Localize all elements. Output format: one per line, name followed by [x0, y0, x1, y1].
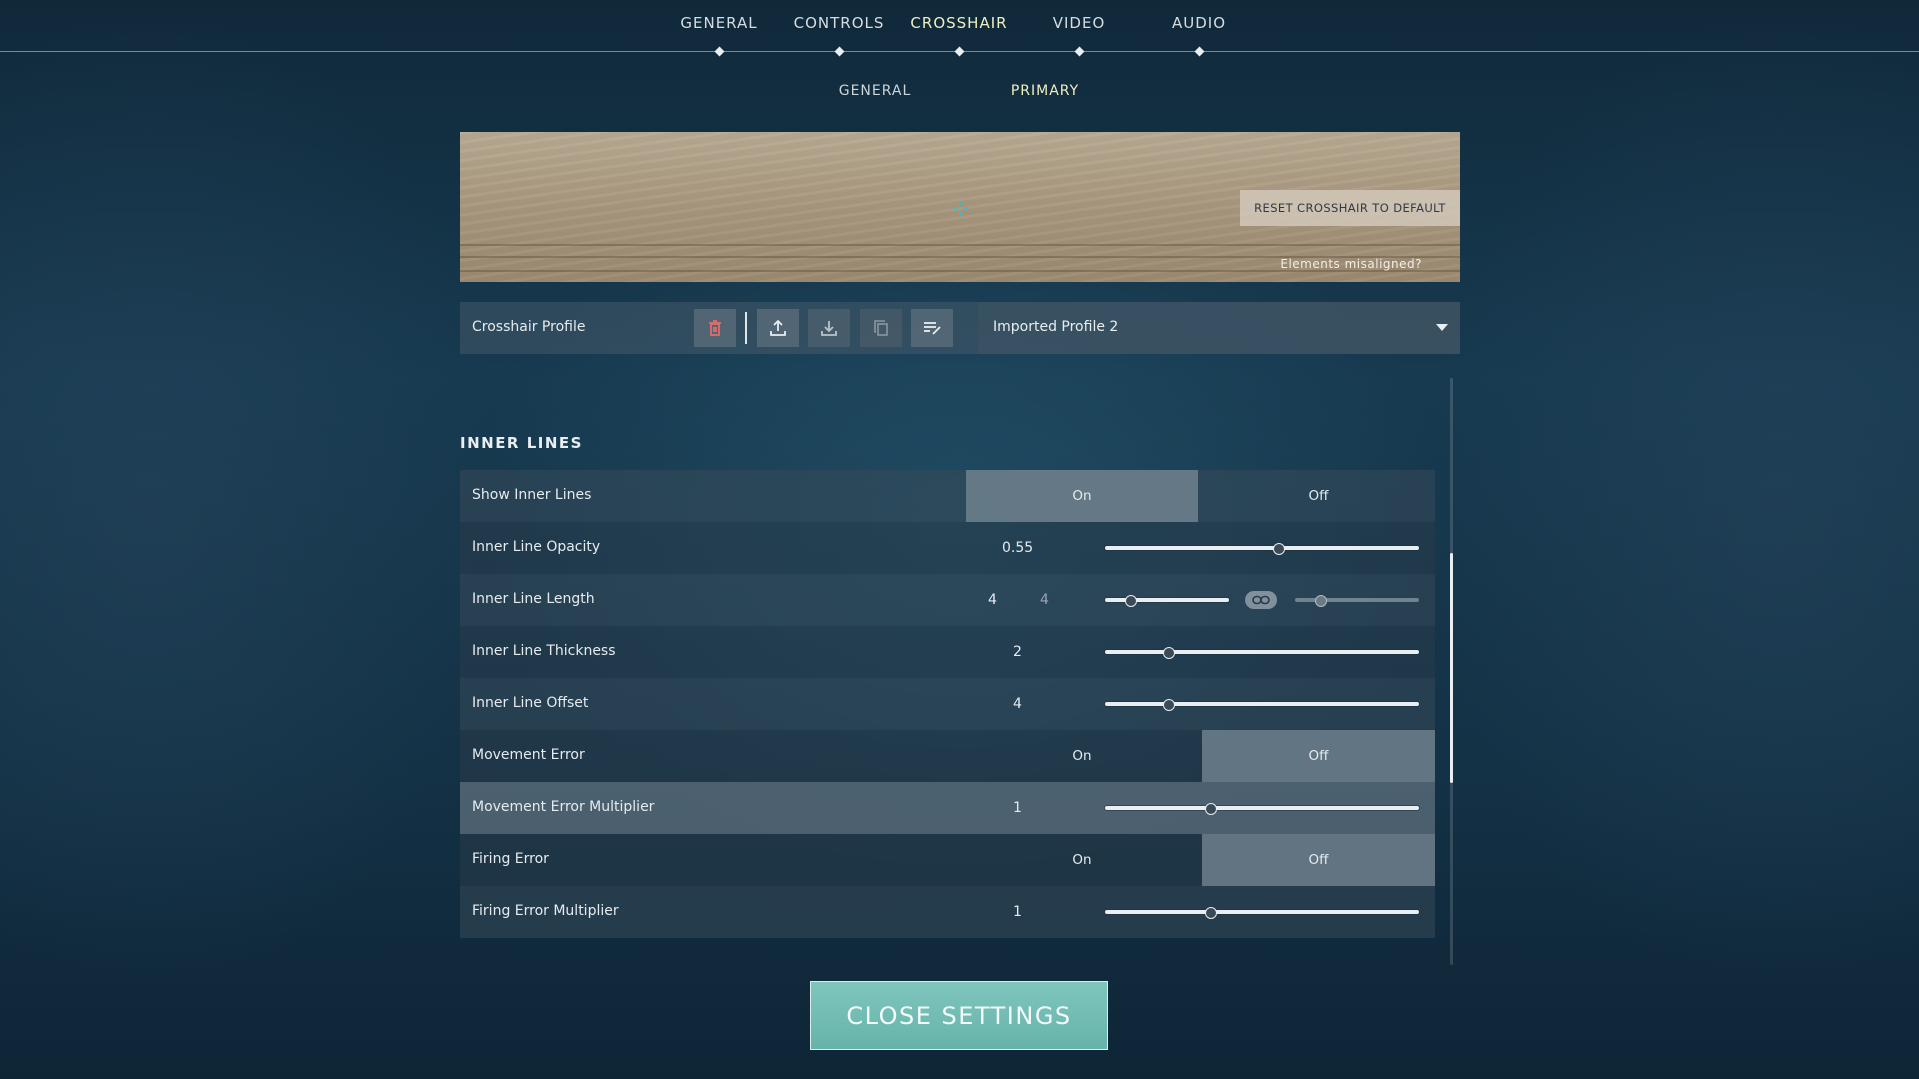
section-title-inner-lines: INNER LINES: [460, 434, 583, 452]
settings-scrollbar-thumb[interactable]: [1450, 553, 1453, 783]
tab-video[interactable]: VIDEO: [1019, 14, 1139, 32]
setting-row-inner-line-offset: Inner Line Offset 4: [460, 678, 1435, 730]
setting-row-inner-line-opacity: Inner Line Opacity 0.55: [460, 522, 1435, 574]
setting-row-inner-line-thickness: Inner Line Thickness 2: [460, 626, 1435, 678]
close-settings-button[interactable]: CLOSE SETTINGS: [810, 981, 1108, 1050]
inner-line-length-vertical-value[interactable]: 4: [1040, 592, 1049, 608]
import-profile-button[interactable]: [808, 309, 850, 347]
slider-handle[interactable]: [1124, 595, 1137, 607]
tab-marker: [1074, 46, 1085, 57]
tab-marker: [714, 46, 725, 57]
slider-handle[interactable]: [1162, 647, 1175, 659]
slider-handle[interactable]: [1204, 907, 1217, 919]
movement-error-off[interactable]: Off: [1202, 730, 1435, 782]
chevron-down-icon: [1436, 324, 1448, 331]
copy-profile-button[interactable]: [860, 309, 902, 347]
slider-handle[interactable]: [1162, 699, 1175, 711]
setting-label: Inner Line Opacity: [472, 539, 601, 555]
preview-texture: [460, 244, 1460, 246]
setting-label: Movement Error: [472, 747, 585, 763]
inner-line-length-vertical-slider[interactable]: [1295, 595, 1419, 607]
firing-error-multiplier-value[interactable]: 1: [1013, 904, 1022, 920]
setting-label: Movement Error Multiplier: [472, 799, 655, 815]
show-inner-lines-on[interactable]: On: [966, 470, 1198, 522]
subtab-general[interactable]: GENERAL: [805, 83, 945, 99]
tab-audio[interactable]: AUDIO: [1139, 14, 1259, 32]
toolbar-separator: [745, 312, 747, 344]
crosshair-profile-label: Crosshair Profile: [472, 319, 586, 335]
crosshair-preview: RESET CROSSHAIR TO DEFAULT Elements misa…: [460, 132, 1460, 282]
setting-row-inner-line-length: Inner Line Length 4 4: [460, 574, 1435, 626]
movement-error-on[interactable]: On: [966, 730, 1198, 782]
setting-row-movement-error: Movement Error On Off: [460, 730, 1435, 782]
slider-handle[interactable]: [1204, 803, 1217, 815]
inner-lines-settings: Show Inner Lines On Off Inner Line Opaci…: [460, 470, 1435, 938]
tab-general[interactable]: GENERAL: [659, 14, 779, 32]
slider-handle[interactable]: [1314, 595, 1327, 607]
movement-error-multiplier-slider[interactable]: [1105, 803, 1419, 815]
copy-icon: [874, 320, 888, 336]
inner-line-thickness-slider[interactable]: [1105, 647, 1419, 659]
firing-error-multiplier-slider[interactable]: [1105, 907, 1419, 919]
tab-marker: [834, 46, 845, 57]
setting-label: Show Inner Lines: [472, 487, 592, 503]
setting-row-show-inner-lines: Show Inner Lines On Off: [460, 470, 1435, 522]
delete-profile-button[interactable]: [694, 309, 736, 347]
setting-label: Inner Line Offset: [472, 695, 589, 711]
inner-line-offset-value[interactable]: 4: [1013, 696, 1022, 712]
delete-icon: [709, 320, 721, 336]
rename-profile-button[interactable]: [911, 309, 953, 347]
setting-row-movement-error-multiplier: Movement Error Multiplier 1: [460, 782, 1435, 834]
tab-crosshair[interactable]: CROSSHAIR: [899, 14, 1019, 32]
elements-misaligned-link[interactable]: Elements misaligned?: [1280, 257, 1422, 271]
slider-handle[interactable]: [1272, 543, 1285, 555]
reset-crosshair-button[interactable]: RESET CROSSHAIR TO DEFAULT: [1240, 190, 1460, 226]
profile-dropdown-value: Imported Profile 2: [993, 319, 1119, 335]
setting-label: Firing Error Multiplier: [472, 903, 619, 919]
setting-label: Inner Line Thickness: [472, 643, 616, 659]
setting-row-firing-error: Firing Error On Off: [460, 834, 1435, 886]
export-icon: [770, 319, 786, 336]
link-icon: [1252, 595, 1270, 605]
inner-line-opacity-value[interactable]: 0.55: [1002, 540, 1033, 556]
inner-line-opacity-slider[interactable]: [1105, 543, 1419, 555]
inner-line-thickness-value[interactable]: 2: [1013, 644, 1022, 660]
firing-error-off[interactable]: Off: [1202, 834, 1435, 886]
profile-dropdown[interactable]: Imported Profile 2: [978, 302, 1460, 354]
crosshair-profile-bar: Crosshair Profile Imported Profile 2: [460, 302, 1460, 354]
firing-error-on[interactable]: On: [966, 834, 1198, 886]
tab-marker: [1194, 46, 1205, 57]
show-inner-lines-off[interactable]: Off: [1202, 470, 1435, 522]
setting-label: Firing Error: [472, 851, 549, 867]
rename-icon: [924, 322, 941, 335]
inner-line-length-slider[interactable]: [1105, 595, 1229, 607]
import-icon: [821, 321, 837, 336]
setting-row-firing-error-multiplier: Firing Error Multiplier 1: [460, 886, 1435, 938]
inner-line-offset-slider[interactable]: [1105, 699, 1419, 711]
inner-line-length-value[interactable]: 4: [988, 592, 997, 608]
setting-label: Inner Line Length: [472, 591, 595, 607]
link-lengths-button[interactable]: [1245, 591, 1277, 609]
export-profile-button[interactable]: [757, 309, 799, 347]
movement-error-multiplier-value[interactable]: 1: [1013, 800, 1022, 816]
subtab-primary[interactable]: PRIMARY: [975, 83, 1115, 99]
tab-controls[interactable]: CONTROLS: [779, 14, 899, 32]
crosshair-icon: [953, 201, 967, 215]
tab-marker: [954, 46, 965, 57]
